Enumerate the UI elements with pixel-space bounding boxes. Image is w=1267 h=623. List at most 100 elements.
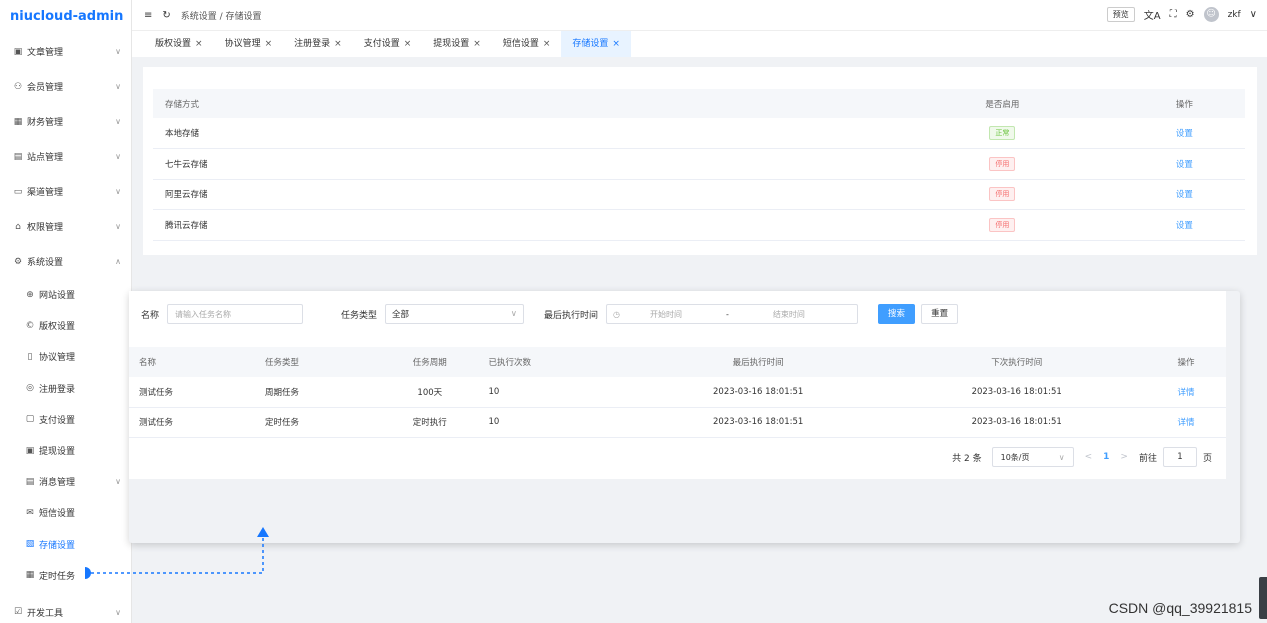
start-time-input[interactable]: 开始时间 <box>650 309 682 320</box>
close-icon[interactable]: × <box>473 39 481 49</box>
op-cell: 设置 <box>1123 209 1245 241</box>
close-icon[interactable]: × <box>265 39 273 49</box>
task-name-input[interactable]: 请输入任务名称 <box>167 304 304 324</box>
search-button[interactable]: 搜索 <box>878 304 916 324</box>
avatar[interactable]: ☺ <box>1203 7 1219 22</box>
detail-link[interactable]: 详情 <box>1177 418 1194 428</box>
settings-icon[interactable]: ⚙ <box>1186 9 1195 20</box>
column-header: 已执行次数 <box>478 347 629 377</box>
sidebar-item-4[interactable]: ▭ 渠道管理 ∨ <box>0 174 131 209</box>
goto-page-input[interactable]: 1 <box>1162 447 1197 467</box>
sidebar-subitem-9[interactable]: ▦ 定时任务 <box>0 560 131 591</box>
close-icon[interactable]: × <box>334 39 342 49</box>
watermark: CSDN @qq_39921815 <box>1108 600 1252 616</box>
chevron-icon: ∨ <box>115 187 121 196</box>
fullscreen-icon[interactable]: ⛶ <box>1170 9 1177 20</box>
table-cell: 测试任务 <box>129 377 256 408</box>
settings-link[interactable]: 设置 <box>1176 160 1193 170</box>
sidebar-subitem-3[interactable]: ◎ 注册登录 <box>0 373 131 404</box>
clock-icon: ◷ <box>613 309 621 319</box>
date-range-picker[interactable]: ◷ 开始时间 - 结束时间 <box>606 304 859 324</box>
menu-icon: ▯ <box>27 351 33 362</box>
tab-label: 注册登录 <box>294 39 331 49</box>
menu-icon: ▣ <box>25 445 35 456</box>
app-logo[interactable]: niucloud-admin <box>0 0 131 34</box>
storage-card: 存储方式 是否启用 操作 本地存储 正常 设置 七牛云存储 停用 设置 阿里云存储 … <box>143 67 1257 255</box>
sidebar-item-3[interactable]: ▤ 站点管理 ∨ <box>0 139 131 174</box>
sidebar-item-label: 开发工具 <box>27 608 64 619</box>
prev-page-icon[interactable]: < <box>1085 452 1093 462</box>
table-cell: 2023-03-16 18:01:51 <box>887 377 1146 408</box>
tab-4[interactable]: 提现设置 × <box>422 31 492 57</box>
tab-0[interactable]: 版权设置 × <box>144 31 214 57</box>
table-row: 本地存储 正常 设置 <box>153 118 1245 149</box>
chevron-icon: ∨ <box>115 47 121 56</box>
language-icon[interactable]: 文A <box>1144 7 1161 22</box>
menu-toggle-icon[interactable]: ≡ <box>144 10 152 21</box>
sidebar-item-label: 支付设置 <box>39 415 76 426</box>
table-cell: 详情 <box>1146 407 1226 438</box>
page-number[interactable]: 1 <box>1103 452 1109 462</box>
sidebar-item-1[interactable]: ⚇ 会员管理 ∨ <box>0 69 131 104</box>
close-icon[interactable]: × <box>543 39 551 49</box>
refresh-icon[interactable]: ↻ <box>162 10 170 21</box>
storage-table: 存储方式 是否启用 操作 本地存储 正常 设置 七牛云存储 停用 设置 阿里云存储 … <box>153 89 1245 241</box>
sidebar: niucloud-admin ▣ 文章管理 ∨ ⚇ 会员管理 ∨ ▦ 财务管理 ∨ ▤… <box>0 0 132 623</box>
sidebar-subitem-7[interactable]: ✉ 短信设置 <box>0 497 131 528</box>
settings-link[interactable]: 设置 <box>1176 190 1193 200</box>
close-icon[interactable]: × <box>404 39 412 49</box>
tab-1[interactable]: 协议管理 × <box>214 31 284 57</box>
chevron-icon: ∨ <box>115 152 121 161</box>
sidebar-item-6[interactable]: ⚙ 系统设置 ∧ <box>0 244 131 279</box>
tab-label: 协议管理 <box>224 39 261 49</box>
tab-label: 短信设置 <box>502 39 539 49</box>
sidebar-subitem-5[interactable]: ▣ 提现设置 <box>0 435 131 466</box>
menu-icon: ◎ <box>26 383 34 394</box>
sidebar-subitem-0[interactable]: ⊕ 网站设置 <box>0 279 131 310</box>
chevron-down-icon[interactable]: ∨ <box>1250 9 1257 20</box>
close-icon[interactable]: × <box>612 39 620 49</box>
menu-icon: ▧ <box>25 539 35 550</box>
side-handle[interactable] <box>1259 577 1267 619</box>
preview-button[interactable]: 预览 <box>1106 7 1135 22</box>
sidebar-subitem-8[interactable]: ▧ 存储设置 <box>0 529 131 560</box>
next-page-icon[interactable]: > <box>1120 452 1128 462</box>
sidebar-item-label: 提现设置 <box>39 447 76 458</box>
username[interactable]: zkf <box>1228 10 1241 20</box>
detail-link[interactable]: 详情 <box>1177 388 1194 398</box>
tab-6[interactable]: 存储设置 × <box>561 31 631 57</box>
goto-label: 前往 <box>1138 453 1157 464</box>
settings-link[interactable]: 设置 <box>1176 129 1193 139</box>
sidebar-subitem-2[interactable]: ▯ 协议管理 <box>0 341 131 372</box>
column-header: 任务类型 <box>255 347 382 377</box>
sidebar-item-5[interactable]: ⌂ 权限管理 ∨ <box>0 209 131 244</box>
sidebar-subitem-6[interactable]: ▤ 消息管理 ∨ <box>0 466 131 497</box>
reset-button[interactable]: 重置 <box>921 304 959 324</box>
page-size-select[interactable]: 10条/页 ∨ <box>991 447 1074 467</box>
close-icon[interactable]: × <box>195 39 203 49</box>
sidebar-item-label: 文章管理 <box>27 48 64 58</box>
table-cell: 详情 <box>1146 377 1226 408</box>
settings-link[interactable]: 设置 <box>1176 221 1193 231</box>
sidebar-item-label: 站点管理 <box>27 153 64 163</box>
sidebar-subitem-4[interactable]: ▢ 支付设置 <box>0 404 131 435</box>
sidebar-item-dev-tools[interactable]: ☑ 开发工具 ∨ <box>0 595 131 623</box>
top-bar: ≡ ↻ 系统设置 / 存储设置 预览 文A ⛶ ⚙ ☺ zkf ∨ <box>132 0 1267 31</box>
menu-icon: ▭ <box>13 186 23 197</box>
chevron-icon: ∨ <box>115 222 121 231</box>
sidebar-item-2[interactable]: ▦ 财务管理 ∨ <box>0 104 131 139</box>
table-row: 阿里云存储 停用 设置 <box>153 179 1245 210</box>
task-type-select[interactable]: 全部 ∨ <box>385 304 525 324</box>
table-cell: 10 <box>478 377 629 408</box>
end-time-input[interactable]: 结束时间 <box>773 309 805 320</box>
chevron-down-icon: ∨ <box>115 607 121 617</box>
sidebar-item-0[interactable]: ▣ 文章管理 ∨ <box>0 34 131 69</box>
tab-2[interactable]: 注册登录 × <box>283 31 353 57</box>
pager-total: 共 2 条 <box>952 453 982 464</box>
tab-5[interactable]: 短信设置 × <box>492 31 562 57</box>
status-badge: 停用 <box>989 187 1016 202</box>
op-cell: 设置 <box>1123 148 1245 180</box>
cron-filter-bar: 名称 请输入任务名称 任务类型 全部 ∨ 最后执行时间 ◷ 开始时间 - 结束时… <box>129 291 1226 337</box>
sidebar-subitem-1[interactable]: © 版权设置 <box>0 310 131 341</box>
tab-3[interactable]: 支付设置 × <box>353 31 423 57</box>
